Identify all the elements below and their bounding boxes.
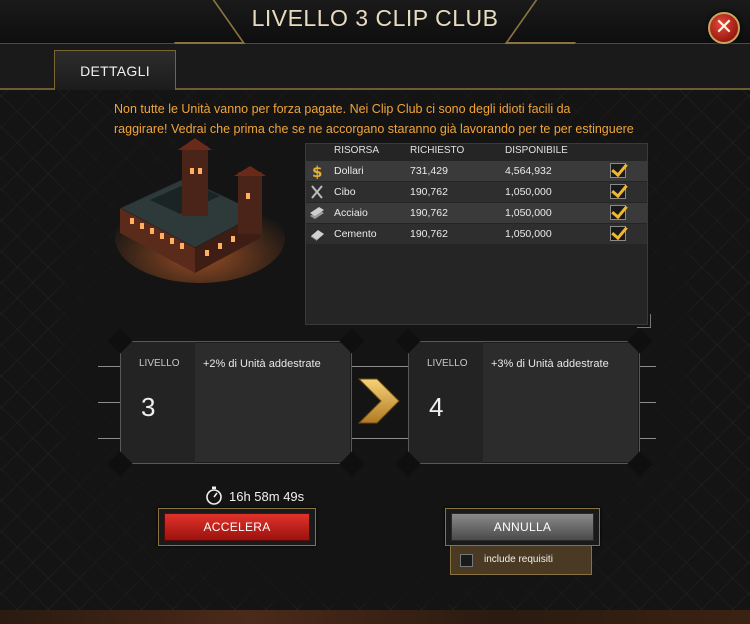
description-line-1: Non tutte le Unità vanno per forza pagat… <box>114 102 571 116</box>
resource-table-header: RISORSA RICHIESTO DISPONIBILE <box>306 144 647 160</box>
connector-line <box>98 366 120 367</box>
level-label: LIVELLO <box>139 358 180 369</box>
building-description: Non tutte le Unità vanno per forza pagat… <box>114 99 674 139</box>
include-requirements-checkbox[interactable] <box>460 554 473 567</box>
stopwatch-icon <box>206 486 222 505</box>
requirement-check-icon <box>610 184 626 199</box>
svg-text:$: $ <box>312 163 322 179</box>
include-requirements-option[interactable]: include requisiti <box>450 545 592 575</box>
steel-icon <box>310 207 324 219</box>
resource-row-acciaio: Acciaio 190,762 1,050,000 <box>306 203 647 223</box>
food-icon <box>311 185 323 199</box>
current-level-number: 3 <box>141 392 156 422</box>
connector-line <box>640 366 656 367</box>
close-button[interactable]: ✕ <box>708 12 740 44</box>
resource-row-cibo: Cibo 190,762 1,050,000 <box>306 182 647 202</box>
resource-table: RISORSA RICHIESTO DISPONIBILE $ Dollari … <box>305 143 651 328</box>
connector-line <box>350 438 410 439</box>
connector-line <box>640 438 656 439</box>
connector-line <box>98 402 120 403</box>
next-level-card: LIVELLO 4 +3% di Unità addestrate <box>395 328 653 477</box>
window-title: LIVELLO 3 CLIP CLUB <box>251 5 499 31</box>
requirement-check-icon <box>610 226 626 241</box>
panel-corner-ornament <box>637 314 651 328</box>
description-line-2: raggirare! Vedrai che prima che se ne ac… <box>114 122 634 136</box>
accelerate-button-label: ACCELERA <box>164 513 310 541</box>
bottom-scenery-strip <box>0 610 750 624</box>
current-level-bonus: +2% di Unità addestrate <box>203 358 321 370</box>
header-resource: RISORSA <box>334 145 380 156</box>
close-icon: ✕ <box>714 15 734 40</box>
header-required: RICHIESTO <box>410 145 465 156</box>
cancel-button[interactable]: ANNULLA <box>445 508 600 546</box>
tab-dettagli[interactable]: DETTAGLI <box>54 50 176 90</box>
tab-bar: DETTAGLI <box>0 44 750 90</box>
upgrade-timer: 16h 58m 49s <box>205 485 304 507</box>
dollar-icon: $ <box>312 163 322 179</box>
header-available: DISPONIBILE <box>505 145 568 156</box>
next-level-bonus: +3% di Unità addestrate <box>491 358 609 370</box>
resource-row-dollari: $ Dollari 731,429 4,564,932 <box>306 161 647 181</box>
requirement-check-icon <box>610 205 626 220</box>
include-requirements-label: include requisiti <box>484 554 553 565</box>
title-bar: LIVELLO 3 CLIP CLUB <box>0 0 750 44</box>
requirement-check-icon <box>610 163 626 178</box>
cement-icon <box>311 230 324 241</box>
clip-club-building-image <box>115 138 285 283</box>
timer-text: 16h 58m 49s <box>229 488 305 504</box>
accelerate-button[interactable]: ACCELERA <box>158 508 316 546</box>
cancel-button-label: ANNULLA <box>451 513 594 541</box>
chevron-right-icon <box>357 378 400 424</box>
current-level-card: LIVELLO 3 +2% di Unità addestrate <box>107 328 365 477</box>
resource-row-cemento: Cemento 190,762 1,050,000 <box>306 224 647 244</box>
connector-line <box>640 402 656 403</box>
next-level-number: 4 <box>429 392 444 422</box>
connector-line <box>98 438 120 439</box>
connector-line <box>350 366 410 367</box>
level-label: LIVELLO <box>427 358 468 369</box>
